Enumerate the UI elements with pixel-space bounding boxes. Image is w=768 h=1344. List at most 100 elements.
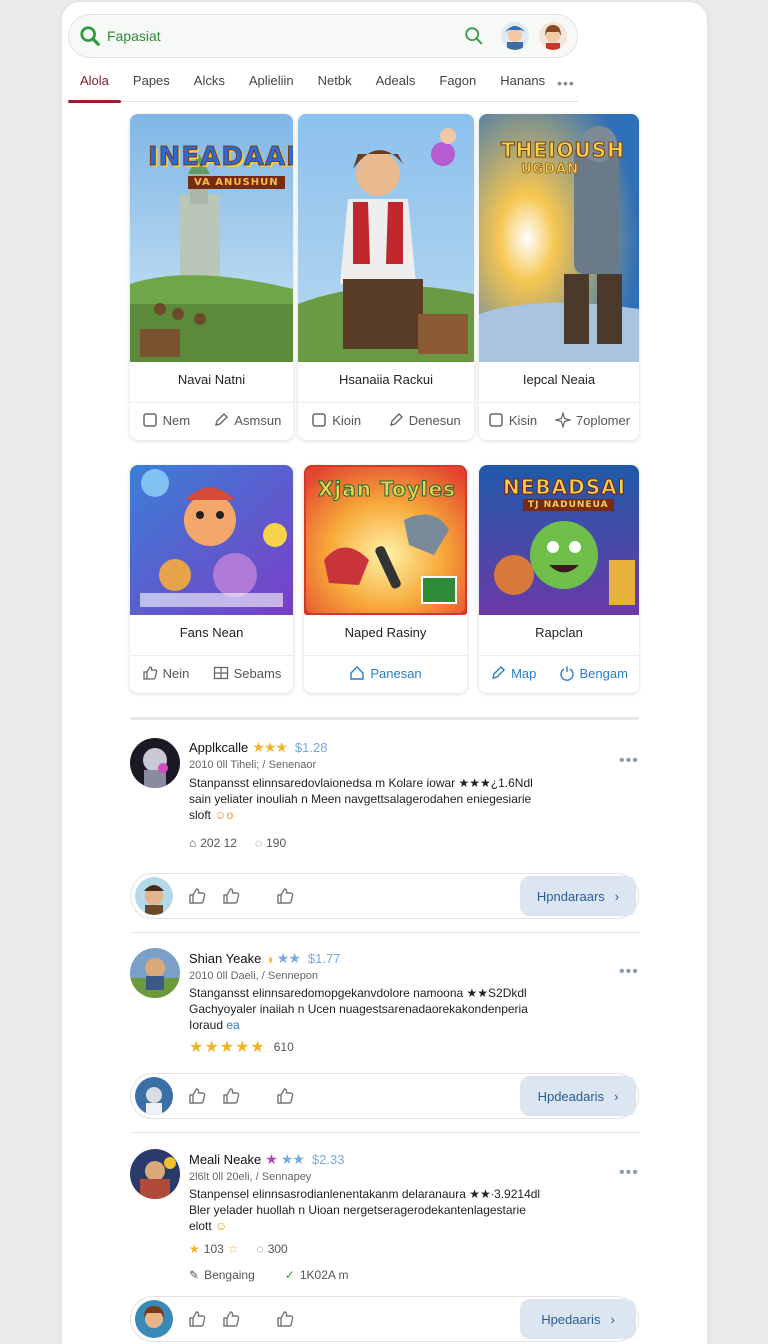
post-divider: [130, 932, 639, 933]
pencil-icon: [389, 413, 403, 426]
tab-aplieliin[interactable]: Aplieliin: [237, 64, 306, 102]
thumbs-up-icon[interactable]: [275, 1086, 295, 1106]
search-bar[interactable]: Fapasiat: [68, 14, 578, 58]
action-label: Nein: [162, 665, 190, 681]
more-options-icon[interactable]: •••: [619, 1164, 639, 1182]
thumbs-up-icon: [142, 666, 157, 680]
reply-button[interactable]: Hpedaaris ›: [520, 1299, 636, 1339]
reply-avatar[interactable]: [135, 877, 173, 915]
card-title: Iepcal Neaia: [522, 372, 596, 387]
chevron-right-icon: ›: [610, 1311, 615, 1327]
category-tabs: Alola Papes Alcks Aplieliin Netbk Adeals…: [68, 64, 579, 103]
card-action-checkbox[interactable]: Nem: [142, 412, 190, 428]
action-label: Bengam: [579, 665, 628, 681]
user-avatar-secondary[interactable]: [539, 22, 567, 50]
post-header: Meali Neake ★ ★★ $2.33: [189, 1151, 344, 1168]
post-meta: 2010 0ll Tiheli; / Senenaor: [189, 759, 317, 771]
card-action-bengam[interactable]: Bengam: [559, 665, 628, 681]
reply-avatar[interactable]: [135, 1077, 173, 1115]
post-body-line: Ioraud ea: [189, 1018, 240, 1032]
game-card-4[interactable]: Fans Nean Nein Sebams: [130, 465, 293, 693]
post-body: Stanpansst elinnsaredovlaionedsa m Kolar…: [189, 775, 569, 823]
card-action-map[interactable]: Map: [490, 665, 536, 681]
game-card-3[interactable]: THEIOUSH UGDAN Iepcal Neaia Kisin 7oplom…: [479, 114, 639, 440]
comments-stat[interactable]: ◌ 300: [257, 1242, 288, 1256]
thumbs-up-icon[interactable]: [221, 1086, 241, 1106]
tab-alcks[interactable]: Alcks: [182, 64, 237, 102]
game-card-5[interactable]: Xjan Toyles Naped Rasiny Panesan: [304, 465, 467, 693]
reply-bar: Hpndaraars ›: [130, 873, 639, 919]
sparkle-icon: [554, 412, 571, 428]
post-avatar[interactable]: [130, 1149, 180, 1199]
card-action-checkbox[interactable]: Kisin: [488, 412, 537, 428]
likes-stat[interactable]: ⌂ 202 12: [189, 836, 237, 850]
thumbs-up-icon[interactable]: [187, 1086, 207, 1106]
post-price: $2.33: [311, 1152, 345, 1167]
power-icon: [559, 666, 574, 681]
tab-fagon[interactable]: Fagon: [427, 64, 488, 102]
post-divider: [130, 1132, 639, 1133]
reply-button[interactable]: Hpndaraars ›: [520, 876, 636, 916]
post-body-line: Stangansst elinnsaredomopgekanvdolore na…: [189, 986, 527, 1000]
search-icon: [80, 26, 100, 46]
card-action-grid[interactable]: Sebams: [213, 665, 281, 681]
post-author[interactable]: Applkcalle: [189, 740, 248, 755]
more-tabs-icon[interactable]: •••: [557, 75, 579, 91]
thumbs-up-icon[interactable]: [221, 886, 241, 906]
thumbs-up-icon[interactable]: [221, 1309, 241, 1329]
post-body: Stangansst elinnsaredomopgekanvdolore na…: [189, 985, 569, 1033]
card-action-share[interactable]: Panesan: [349, 665, 422, 681]
thumbs-up-icon[interactable]: [275, 1309, 295, 1329]
post-meta: 2010 0ll Daeli, / Sennepon: [189, 970, 319, 982]
action-label: Map: [511, 665, 537, 681]
post-body-line: sloft ☺o: [189, 808, 234, 822]
tab-alola[interactable]: Alola: [68, 64, 121, 103]
card-action-like[interactable]: Nein: [142, 665, 190, 681]
tab-adeals[interactable]: Adeals: [364, 64, 428, 102]
user-avatar[interactable]: [501, 22, 529, 50]
game-art-title: INEADAAII: [148, 142, 293, 173]
card-actions: Nein Sebams: [130, 665, 293, 681]
card-action-checkbox[interactable]: Kioin: [311, 412, 361, 428]
post-author[interactable]: Shian Yeake: [189, 951, 261, 966]
card-action-edit[interactable]: Asmsun: [213, 412, 281, 428]
card-actions: Panesan: [304, 665, 467, 681]
card-actions: Map Bengam: [479, 665, 639, 681]
more-options-icon[interactable]: •••: [619, 963, 639, 981]
post-avatar[interactable]: [130, 948, 180, 998]
action-label: Panesan: [370, 665, 422, 681]
post-author[interactable]: Meali Neake: [189, 1152, 261, 1167]
action-label: Asmsun: [234, 412, 282, 428]
game-card-2[interactable]: Hsanaiia Rackui Kioin Denesun: [298, 114, 474, 440]
tab-netbk[interactable]: Netbk: [306, 64, 364, 102]
card-action-explore[interactable]: 7oplomer: [554, 412, 630, 428]
tab-papes[interactable]: Papes: [121, 64, 182, 102]
game-art: [130, 465, 293, 615]
search-input[interactable]: Fapasiat: [107, 28, 463, 44]
card-title: Fans Nean: [179, 625, 244, 640]
bengaing-link[interactable]: ✎ Bengaing: [189, 1268, 255, 1282]
game-art-title: NEBADSAI: [502, 475, 627, 500]
post-avatar[interactable]: [130, 738, 180, 788]
game-card-1[interactable]: INEADAAII VA ANUSHUN Navai Natni Nem Asm…: [130, 114, 293, 440]
card-divider: [130, 655, 293, 656]
reply-button[interactable]: Hpdeadaris ›: [520, 1076, 636, 1116]
thumbs-up-icon[interactable]: [187, 1309, 207, 1329]
comments-stat[interactable]: ◌ 190: [255, 836, 286, 850]
post-rating: ★★★★★ 610: [189, 1037, 294, 1057]
search-button-icon[interactable]: [463, 25, 485, 47]
game-art: [298, 114, 474, 362]
views-stat: ✓ 1K02A m: [284, 1268, 349, 1282]
more-options-icon[interactable]: •••: [619, 752, 639, 770]
game-art-subtitle: UGDAN: [521, 162, 579, 178]
reply-bar: Hpedaaris ›: [130, 1296, 639, 1342]
thumbs-up-icon[interactable]: [275, 886, 295, 906]
card-title: Navai Natni: [177, 372, 246, 387]
reply-avatar[interactable]: [135, 1300, 173, 1338]
thumbs-up-icon[interactable]: [187, 886, 207, 906]
card-action-edit[interactable]: Denesun: [388, 412, 461, 428]
rating-stat[interactable]: ★ 103 ☆: [189, 1242, 239, 1256]
tab-hanans[interactable]: Hanans: [488, 64, 557, 102]
home-icon: [350, 666, 365, 680]
game-card-6[interactable]: NEBADSAI TJ NADUNEUA Rapclan Map Bengam: [479, 465, 639, 693]
